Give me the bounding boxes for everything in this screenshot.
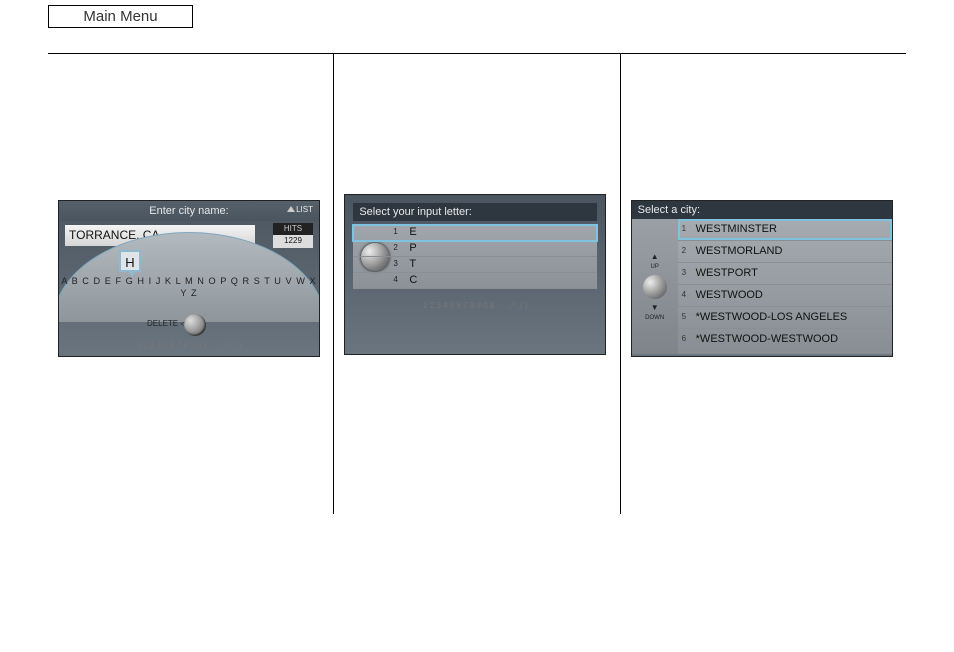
down-arrow-icon[interactable]: ▼DOWN — [645, 303, 664, 322]
letter-row-4[interactable]: 4C — [353, 273, 597, 289]
city-row-4[interactable]: 4WESTWOOD — [678, 285, 892, 307]
list-button[interactable]: LIST — [287, 205, 313, 216]
main-menu-link[interactable]: Main Menu — [48, 5, 193, 28]
city-row-6[interactable]: 6*WESTWOOD-WESTWOOD — [678, 329, 892, 351]
city-row-5[interactable]: 5*WESTWOOD-LOS ANGELES — [678, 307, 892, 329]
letter-callout: H — [119, 250, 141, 272]
s2-list: 1E 2P 3T 4C — [353, 225, 597, 289]
screen-enter-city: Enter city name: LIST TORRANCE, CA_ HITS… — [58, 200, 320, 357]
s2-nums: 1 2 3 4 5 6 7 8 9 0 & - . , / : ( ) — [345, 301, 605, 312]
s3-list: 1WESTMINSTER 2WESTMORLAND 3WESTPORT 4WES… — [678, 219, 892, 354]
screen-select-city: Select a city: ▲UP ▼DOWN 1WESTMINSTER 2W… — [631, 200, 893, 357]
city-row-2[interactable]: 2WESTMORLAND — [678, 241, 892, 263]
letter-row-1[interactable]: 1E — [353, 225, 597, 241]
col-3: The city you are in is displayed on the … — [620, 54, 906, 514]
up-triangle-icon — [287, 206, 295, 212]
s2-title: Select your input letter: — [353, 203, 597, 222]
s3-title: Select a city: — [632, 201, 892, 220]
screen-select-letter: Select your input letter: 1E 2P 3T 4C 1 … — [344, 194, 606, 355]
number-row: 1 2 3 4 5 6 7 8 9 0 & - . , / : ( ) — [59, 341, 319, 352]
letter-row[interactable]: A B C D E F G H I J K L M N O P Q R S T … — [58, 275, 320, 299]
hits-counter: HITS 1229 — [273, 223, 313, 249]
columns: This is helpful if the street runs throu… — [48, 54, 906, 514]
letter-row-3[interactable]: 3T — [353, 257, 597, 273]
s1-header: Enter city name: — [59, 201, 319, 222]
s3-controls: ▲UP ▼DOWN — [632, 219, 678, 354]
dial-knob-icon[interactable] — [184, 314, 206, 336]
delete-label[interactable]: DELETE ◁ — [147, 319, 187, 330]
col-2: If the system does not find an exact mat… — [333, 54, 619, 514]
city-row-1[interactable]: 1WESTMINSTER — [678, 219, 892, 241]
col-1: This is helpful if the street runs throu… — [48, 54, 333, 514]
city-row-3[interactable]: 3WESTPORT — [678, 263, 892, 285]
letter-row-2[interactable]: 2P — [353, 241, 597, 257]
dial-knob-icon[interactable] — [643, 275, 667, 299]
up-arrow-icon[interactable]: ▲UP — [650, 252, 658, 271]
